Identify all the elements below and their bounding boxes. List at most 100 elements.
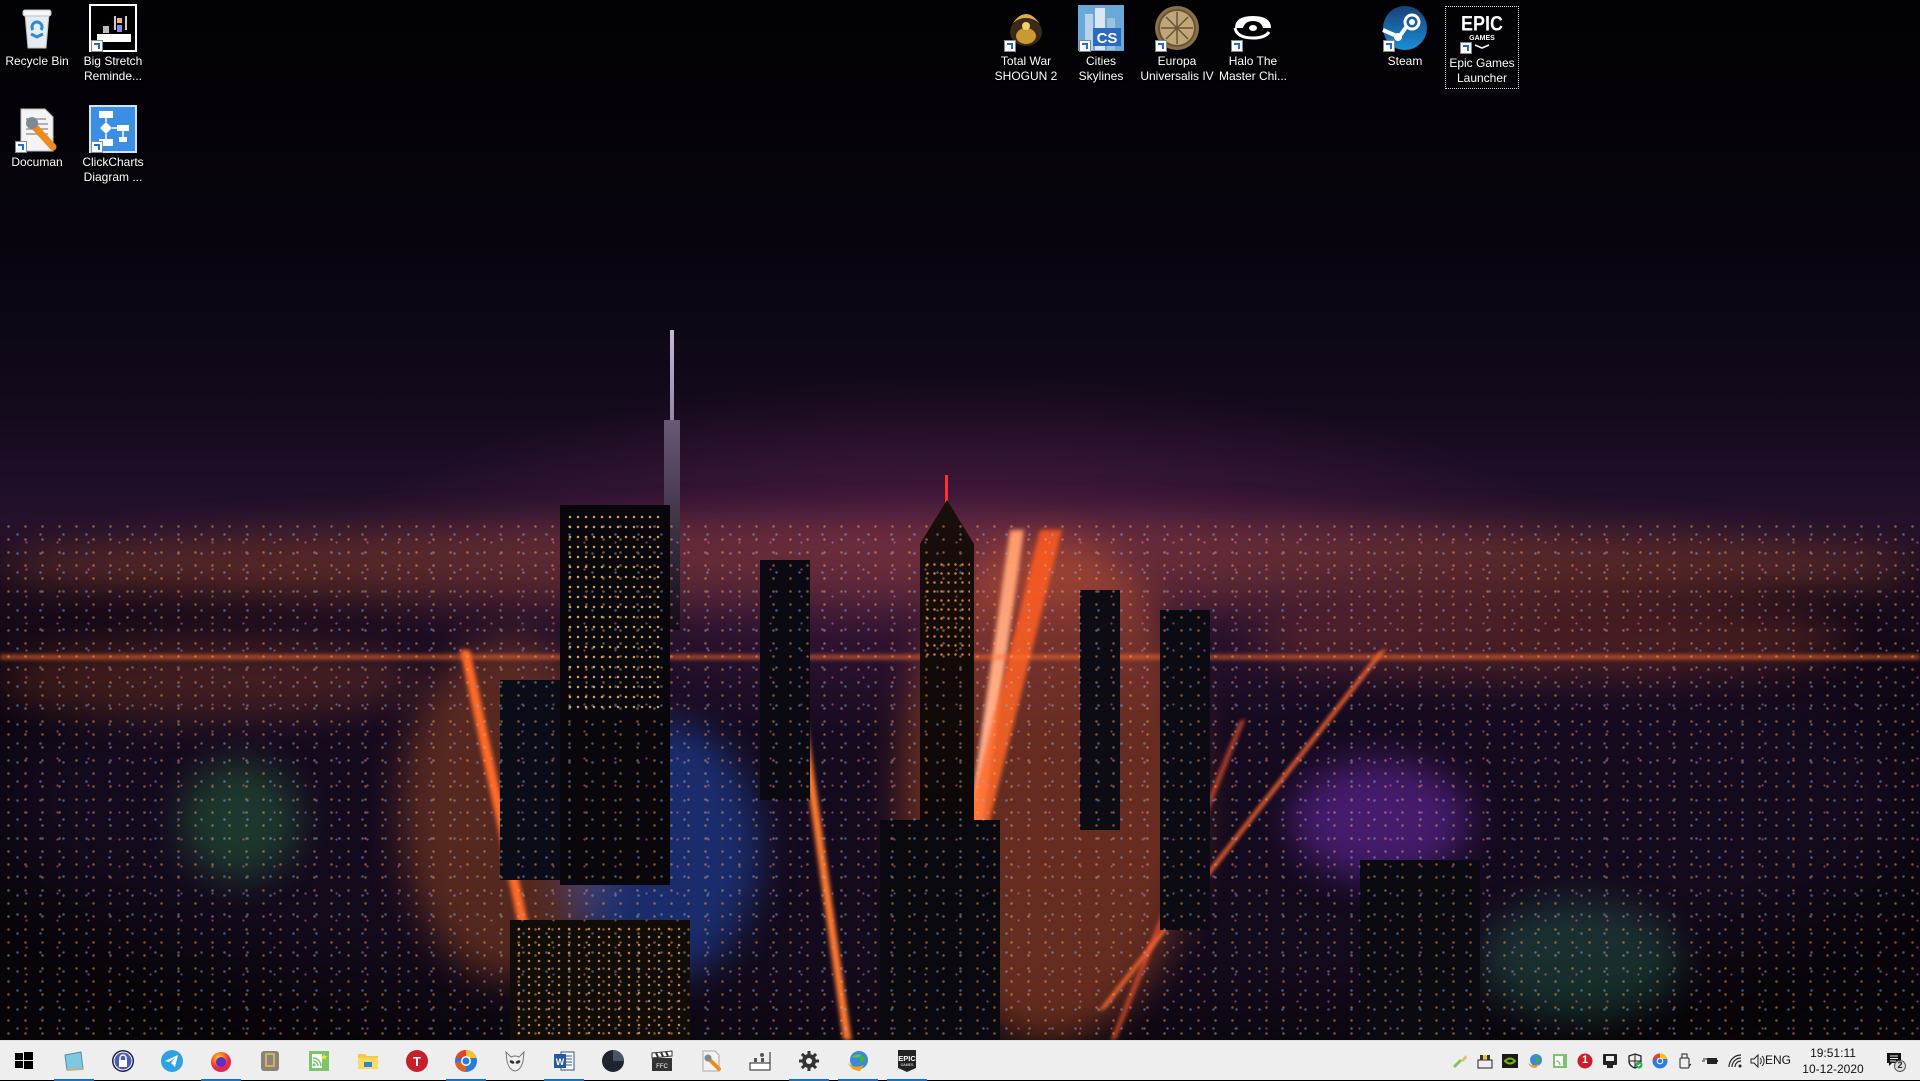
notification-count: 2 bbox=[1897, 1060, 1903, 1070]
taskbar-app-word[interactable]: W bbox=[540, 1041, 588, 1081]
monitor-app-icon bbox=[1602, 1053, 1618, 1069]
big-stretch-icon bbox=[748, 1049, 772, 1073]
red-t-icon: T bbox=[405, 1049, 429, 1073]
taskbar-app-chrome[interactable] bbox=[442, 1041, 490, 1081]
documan-icon bbox=[13, 105, 61, 153]
usb-drive-icon bbox=[1677, 1053, 1693, 1069]
wifi-icon bbox=[1727, 1053, 1743, 1069]
cities-skylines-icon: CS bbox=[1077, 4, 1125, 52]
gear-icon bbox=[797, 1049, 821, 1073]
desktop-icon-label: Steam bbox=[1387, 54, 1423, 68]
shortcut-arrow-icon bbox=[91, 141, 103, 153]
idm-globe-icon bbox=[846, 1049, 870, 1073]
desktop-icon-steam[interactable]: Steam bbox=[1368, 0, 1442, 69]
shortcut-arrow-icon bbox=[1155, 40, 1167, 52]
language-indicator[interactable]: ENG bbox=[1765, 1053, 1791, 1067]
tray-nvidia[interactable] bbox=[1498, 1041, 1522, 1081]
shortcut-arrow-icon bbox=[1079, 40, 1091, 52]
desktop-icon-halo[interactable]: Halo The Master Chi... bbox=[1216, 0, 1290, 84]
password-manager-lock-icon bbox=[111, 1049, 135, 1073]
chrome-canary-icon bbox=[454, 1049, 478, 1073]
steam-icon bbox=[1381, 4, 1429, 52]
desktop-icon-europa-universalis[interactable]: Europa Universalis IV bbox=[1140, 0, 1214, 84]
taskbar-app-file-explorer[interactable] bbox=[344, 1041, 392, 1081]
svg-text:T: T bbox=[413, 1054, 421, 1069]
tray-idm[interactable] bbox=[1523, 1041, 1547, 1081]
desktop-icon-recycle-bin[interactable]: Recycle Bin bbox=[0, 0, 74, 69]
shortcut-arrow-icon bbox=[1460, 42, 1472, 54]
paint-brush-icon bbox=[1452, 1053, 1468, 1069]
taskbar-app-documan[interactable] bbox=[687, 1041, 735, 1081]
tray-wifi[interactable] bbox=[1723, 1041, 1747, 1081]
taskbar-app-dark-circle[interactable] bbox=[589, 1041, 637, 1081]
tray-network-monitor[interactable] bbox=[1473, 1041, 1497, 1081]
taskbar-app-firefox[interactable] bbox=[197, 1041, 245, 1081]
tray-power[interactable] bbox=[1698, 1041, 1722, 1081]
dark-circle-app-icon bbox=[601, 1049, 625, 1073]
taskbar-app-video-editor[interactable]: FFC bbox=[638, 1041, 686, 1081]
wallpaper bbox=[0, 0, 1920, 1040]
svg-text:W: W bbox=[556, 1057, 565, 1067]
svg-text:GAMES: GAMES bbox=[901, 1063, 914, 1067]
taskbar-app-feed-reader[interactable] bbox=[295, 1041, 343, 1081]
action-center-button[interactable]: 2 bbox=[1876, 1041, 1916, 1081]
windows-start-icon bbox=[12, 1049, 36, 1073]
tray-defender[interactable] bbox=[1623, 1041, 1647, 1081]
desktop-icon-label: Halo The Master Chi... bbox=[1218, 54, 1287, 83]
desktop[interactable]: Recycle Bin Big Stretch Reminde... Docum… bbox=[0, 0, 1920, 1040]
microsoft-word-icon: W bbox=[552, 1049, 576, 1073]
tray-brush[interactable] bbox=[1448, 1041, 1472, 1081]
tray-feed[interactable] bbox=[1548, 1041, 1572, 1081]
notepad-icon bbox=[62, 1049, 86, 1073]
documan-icon bbox=[699, 1049, 723, 1073]
alien-head-icon bbox=[503, 1049, 527, 1073]
taskbar-app-internet-download-manager[interactable] bbox=[834, 1041, 882, 1081]
desktop-icon-label: Big Stretch Reminde... bbox=[83, 54, 143, 83]
desktop-icon-label: Documan bbox=[11, 155, 63, 169]
idm-globe-icon bbox=[1527, 1053, 1543, 1069]
svg-text:EPIC: EPIC bbox=[1461, 12, 1503, 36]
clock-date: 10-12-2020 bbox=[1802, 1062, 1864, 1076]
action-center-icon: 2 bbox=[1885, 1050, 1907, 1072]
svg-text:CS: CS bbox=[1097, 30, 1118, 47]
svg-text:EPIC: EPIC bbox=[898, 1054, 916, 1063]
firefox-icon bbox=[209, 1049, 233, 1073]
speaker-icon bbox=[1750, 1053, 1766, 1069]
taskbar-app-notepad[interactable] bbox=[50, 1041, 98, 1081]
taskbar-app-clipboard[interactable] bbox=[246, 1041, 294, 1081]
taskbar-app-keepassxc[interactable] bbox=[99, 1041, 147, 1081]
desktop-icon-documan[interactable]: Documan bbox=[0, 101, 74, 170]
clock[interactable]: 19:51:11 10-12-2020 bbox=[1797, 1045, 1869, 1077]
tray-chrome[interactable] bbox=[1648, 1041, 1672, 1081]
clipboard-icon bbox=[258, 1049, 282, 1073]
tray-notification-badge[interactable]: 1 bbox=[1573, 1041, 1597, 1081]
taskbar-app-alien[interactable] bbox=[491, 1041, 539, 1081]
total-war-shogun2-icon bbox=[1002, 4, 1050, 52]
rss-reader-icon bbox=[307, 1049, 331, 1073]
desktop-icon-label: Epic Games Launcher bbox=[1449, 56, 1515, 85]
desktop-icon-big-stretch-reminder[interactable]: Big Stretch Reminde... bbox=[76, 0, 150, 84]
svg-text:FFC: FFC bbox=[656, 1064, 668, 1070]
clickcharts-icon bbox=[89, 105, 137, 153]
big-stretch-reminder-icon bbox=[89, 4, 137, 52]
red-badge-icon: 1 bbox=[1577, 1053, 1593, 1069]
epic-games-icon: EPIC GAMES bbox=[1458, 6, 1506, 54]
taskbar-app-epic-games[interactable]: EPIC GAMES bbox=[883, 1041, 931, 1081]
tray-monitor[interactable] bbox=[1598, 1041, 1622, 1081]
taskbar-app-telegram[interactable] bbox=[148, 1041, 196, 1081]
desktop-icon-clickcharts[interactable]: ClickCharts Diagram ... bbox=[76, 101, 150, 185]
start-button[interactable] bbox=[0, 1041, 48, 1081]
network-monitor-icon bbox=[1477, 1053, 1493, 1069]
halo-icon bbox=[1229, 4, 1277, 52]
shortcut-arrow-icon bbox=[1004, 40, 1016, 52]
taskbar-app-big-stretch[interactable] bbox=[736, 1041, 784, 1081]
desktop-icon-epic-games[interactable]: EPIC GAMES Epic Games Launcher bbox=[1445, 6, 1519, 89]
rss-reader-icon bbox=[1552, 1053, 1568, 1069]
desktop-icon-label: ClickCharts Diagram ... bbox=[82, 155, 144, 184]
desktop-icon-total-war-shogun2[interactable]: Total War SHOGUN 2 bbox=[989, 0, 1063, 84]
epic-games-icon: EPIC GAMES bbox=[895, 1049, 919, 1073]
desktop-icon-cities-skylines[interactable]: CS Cities Skylines bbox=[1064, 0, 1138, 84]
taskbar-app-t[interactable]: T bbox=[393, 1041, 441, 1081]
tray-usb[interactable] bbox=[1673, 1041, 1697, 1081]
taskbar-app-settings[interactable] bbox=[785, 1041, 833, 1081]
